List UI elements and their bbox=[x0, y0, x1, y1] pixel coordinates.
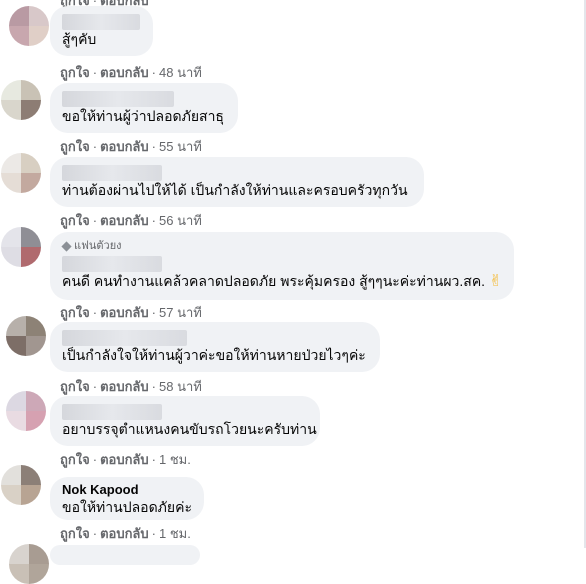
comment-actions: ถูกใจ · ตอบกลับ · 58 นาที bbox=[60, 379, 202, 394]
commenter-name[interactable]: Nok Kapood bbox=[62, 482, 192, 498]
comment-actions: ถูกใจ · ตอบกลับ · 56 นาที bbox=[60, 213, 202, 228]
comment-actions: ถูกใจ · ตอบกลับ · 1 ชม. bbox=[60, 452, 191, 467]
diamond-icon bbox=[61, 241, 72, 252]
comment-text: อยาบรรจุตำแหนงคนขับรถโวยนะครับท่าน bbox=[62, 421, 317, 437]
comment-timestamp[interactable]: 1 ชม. bbox=[159, 526, 191, 541]
avatar[interactable] bbox=[1, 465, 41, 505]
reply-link[interactable]: ตอบกลับ bbox=[100, 526, 149, 541]
comment-bubble: เป็นกำลังใจให้ท่านผู้วาค่ะขอให้ท่านหายป่… bbox=[50, 322, 380, 372]
comment-text-body: คนดี คนทำงานแคล้วคลาดปลอดภัย พระคุ้มครอง… bbox=[62, 273, 486, 289]
like-link[interactable]: ถูกใจ bbox=[60, 213, 90, 228]
avatar[interactable] bbox=[6, 391, 46, 431]
like-link[interactable]: ถูกใจ bbox=[60, 139, 90, 154]
comment-text: คนดี คนทำงานแคล้วคลาดปลอดภัย พระคุ้มครอง… bbox=[62, 272, 502, 291]
avatar[interactable] bbox=[1, 227, 41, 267]
badge-label: แฟนตัวยง bbox=[74, 240, 122, 252]
reply-link[interactable]: ตอบกลับ bbox=[100, 305, 149, 320]
like-link[interactable]: ถูกใจ bbox=[60, 452, 90, 467]
avatar[interactable] bbox=[1, 80, 41, 120]
comment-text: เป็นกำลังใจให้ท่านผู้วาค่ะขอให้ท่านหายป่… bbox=[62, 347, 366, 363]
comment-timestamp[interactable]: 48 นาที bbox=[159, 65, 202, 80]
comment-text: ท่านต้องผ่านไปให้ได้ เป็นกำลังให้ท่านและ… bbox=[62, 182, 408, 198]
like-link[interactable]: ถูกใจ bbox=[60, 379, 90, 394]
comment-bubble: อยาบรรจุตำแหนงคนขับรถโวยนะครับท่าน bbox=[50, 396, 320, 446]
comment-bubble-next bbox=[50, 545, 200, 565]
comment-text: ขอให้ท่านผู้ว่าปลอดภัยสาธุ bbox=[62, 108, 224, 124]
comment-bubble: ขอให้ท่านผู้ว่าปลอดภัยสาธุ bbox=[50, 83, 238, 133]
comment-timestamp[interactable]: 57 นาที bbox=[159, 305, 202, 320]
commenter-name[interactable] bbox=[62, 330, 187, 346]
comment-bubble: แฟนตัวยง คนดี คนทำงานแคล้วคลาดปลอดภัย พร… bbox=[50, 232, 514, 300]
commenter-name[interactable] bbox=[62, 256, 162, 272]
comment-actions: ถูกใจ · ตอบกลับ · 55 นาที bbox=[60, 139, 202, 154]
like-link[interactable]: ถูกใจ bbox=[60, 65, 90, 80]
like-link[interactable]: ถูกใจ bbox=[60, 305, 90, 320]
avatar[interactable] bbox=[1, 153, 41, 193]
top-fan-badge[interactable]: แฟนตัวยง bbox=[61, 240, 502, 253]
commenter-name[interactable] bbox=[62, 91, 174, 107]
comment-actions: ถูกใจ · ตอบกลับ · 57 นาที bbox=[60, 305, 202, 320]
avatar-next[interactable] bbox=[9, 544, 49, 584]
comment-actions: ถูกใจ · ตอบกลับ · 48 นาที bbox=[60, 65, 202, 80]
like-link[interactable]: ถูกใจ bbox=[60, 526, 90, 541]
comment-bubble: สู้ๆคับ bbox=[50, 6, 153, 56]
comment-actions: ถูกใจ · ตอบกลับ · 1 ชม. bbox=[60, 526, 191, 541]
avatar[interactable] bbox=[6, 316, 46, 356]
reply-link[interactable]: ตอบกลับ bbox=[100, 213, 149, 228]
commenter-name[interactable] bbox=[62, 404, 162, 420]
victory-hand-icon: ✌ bbox=[488, 273, 503, 290]
reply-link[interactable]: ตอบกลับ bbox=[100, 65, 149, 80]
avatar[interactable] bbox=[9, 6, 49, 46]
reply-link[interactable]: ตอบกลับ bbox=[100, 452, 149, 467]
commenter-name[interactable] bbox=[62, 14, 140, 30]
commenter-name[interactable] bbox=[62, 165, 162, 181]
comment-text: ขอให้ท่านปลอดภัยค่ะ bbox=[62, 499, 192, 515]
reply-link[interactable]: ตอบกลับ bbox=[100, 139, 149, 154]
comment-timestamp[interactable]: 58 นาที bbox=[159, 379, 202, 394]
comment-timestamp[interactable]: 1 ชม. bbox=[159, 452, 191, 467]
reply-link[interactable]: ตอบกลับ bbox=[100, 379, 149, 394]
comment-timestamp[interactable]: 55 นาที bbox=[159, 139, 202, 154]
comment-bubble: ท่านต้องผ่านไปให้ได้ เป็นกำลังให้ท่านและ… bbox=[50, 157, 424, 207]
comment-timestamp[interactable]: 56 นาที bbox=[159, 213, 202, 228]
comment-bubble: Nok Kapood ขอให้ท่านปลอดภัยค่ะ bbox=[50, 477, 204, 520]
comment-text: สู้ๆคับ bbox=[62, 31, 97, 47]
